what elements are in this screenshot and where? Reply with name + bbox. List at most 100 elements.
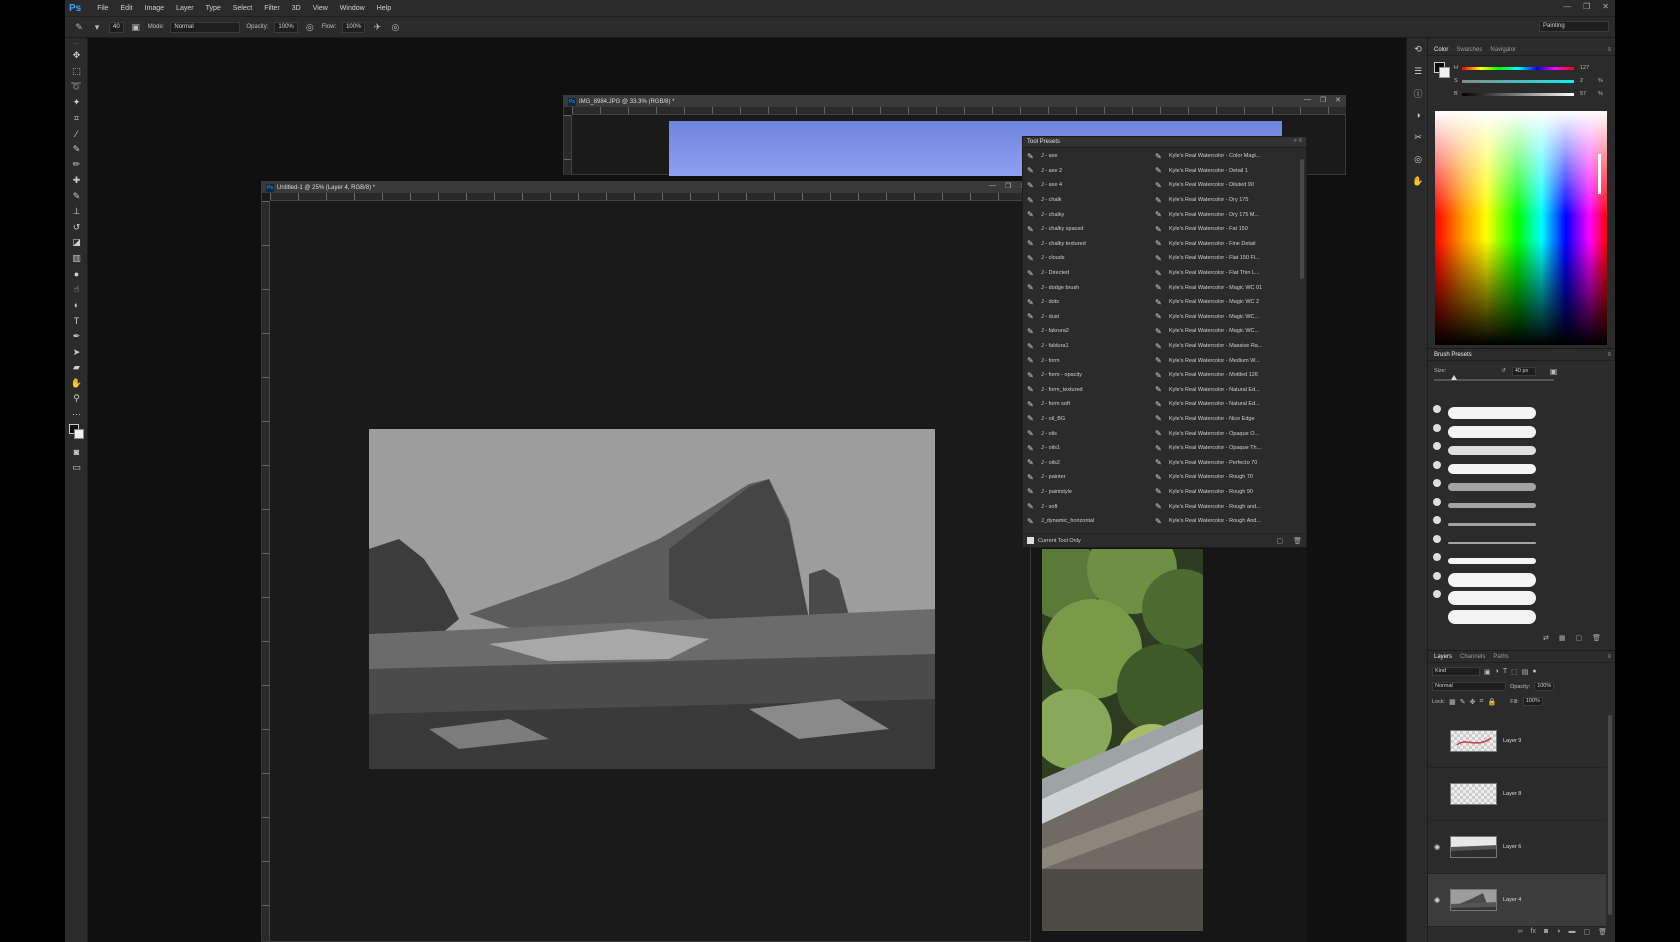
shape-filter-icon[interactable]: ⬚ <box>1511 668 1518 676</box>
document-title-bar[interactable]: Ps IMG_8984.JPG @ 33.3% (RGB/8) * — ❐ ✕ <box>564 96 1345 107</box>
brush-size-slider[interactable] <box>1434 375 1554 381</box>
tool-preset-item[interactable]: ✎ J - axe 4 <box>1027 178 1151 193</box>
layer-kind-filter[interactable]: Kind <box>1432 667 1480 676</box>
tool-preset-item[interactable]: ✎ J - dots <box>1027 295 1151 310</box>
tool-preset-item[interactable]: ✎ J - soft <box>1027 499 1151 514</box>
brush-preset[interactable] <box>1448 609 1538 625</box>
move-tool-icon[interactable]: ✥ <box>65 48 88 64</box>
brush-preset[interactable] <box>1448 442 1538 458</box>
menu-filter[interactable]: Filter <box>258 5 286 12</box>
screen-mode-icon[interactable]: ▭ <box>65 460 88 476</box>
add-mask-icon[interactable]: ◙ <box>1544 928 1548 940</box>
flow-input[interactable]: 100% <box>342 21 366 33</box>
eye-icon[interactable]: ◉ <box>1430 896 1444 904</box>
lock-position-icon[interactable]: ✥ <box>1470 698 1476 706</box>
color-fg-bg-swatches[interactable] <box>1434 62 1450 78</box>
document-window-untitled-1[interactable]: Ps Untitled-1 @ 25% (Layer 4, RGB/8) * —… <box>261 181 1031 942</box>
brush-preset[interactable] <box>1448 461 1538 477</box>
tool-preset-item[interactable]: ✎ Kyle's Real Watercolor - Magic WC 2 <box>1155 295 1299 310</box>
minimize-icon[interactable]: — <box>1563 2 1571 11</box>
brush-preset[interactable] <box>1448 424 1538 440</box>
panel-menu-icon[interactable]: ≡ <box>1607 654 1611 660</box>
more-tools-icon[interactable]: ··· <box>65 407 88 423</box>
background-color-swatch[interactable] <box>1439 67 1450 78</box>
tool-preset-item[interactable]: ✎ J - faldura1 <box>1027 339 1151 354</box>
gradient-tool-icon[interactable]: ▥ <box>65 251 88 267</box>
hand-tool-icon[interactable]: ✋ <box>65 375 88 391</box>
tool-preset-item[interactable]: ✎ Kyle's Real Watercolor - Diluted 90 <box>1155 178 1299 193</box>
brush-preset[interactable] <box>1448 572 1538 588</box>
tool-preset-item[interactable]: ✎ J - painter <box>1027 470 1151 485</box>
menu-select[interactable]: Select <box>227 5 258 12</box>
menu-help[interactable]: Help <box>371 5 397 12</box>
tool-preset-item[interactable]: ✎ J - form soft <box>1027 397 1151 412</box>
clone-stamp-tool-icon[interactable]: ⊥ <box>65 204 88 220</box>
current-tool-only-checkbox[interactable] <box>1027 537 1034 544</box>
tool-preset-item[interactable]: ✎ J - oils1 <box>1027 441 1151 456</box>
toggle-brush-panel-icon[interactable]: ⇄ <box>1543 634 1549 646</box>
restore-icon[interactable]: ❐ <box>1583 2 1590 11</box>
quick-mask-icon[interactable]: ◙ <box>65 444 88 460</box>
restore-icon[interactable]: ❐ <box>1005 182 1011 190</box>
healing-brush-tool-icon[interactable]: ✚ <box>65 173 88 189</box>
fill-input[interactable]: 100% <box>1522 697 1543 706</box>
info-panel-icon[interactable]: ⓘ <box>1407 82 1429 104</box>
smart-object-filter-icon[interactable]: ▤ <box>1522 668 1529 676</box>
tool-preset-item[interactable]: ✎ Kyle's Real Watercolor - Dry 175 <box>1155 193 1299 208</box>
canvas-artwork[interactable] <box>369 429 935 769</box>
panel-menu-icon[interactable]: ≡ <box>1607 47 1611 53</box>
saturation-value[interactable]: 2 <box>1580 78 1598 84</box>
tool-preset-item[interactable]: ✎ Kyle's Real Watercolor - Color Magi... <box>1155 149 1299 164</box>
brush-panel-icon[interactable]: ✋ <box>1407 170 1429 192</box>
menu-type[interactable]: Type <box>200 5 227 12</box>
airbrush-icon[interactable]: ✈ <box>371 21 383 33</box>
properties-panel-icon[interactable]: ☰ <box>1407 60 1429 82</box>
tab-color[interactable]: Color <box>1434 47 1448 53</box>
tool-preset-item[interactable]: ✎ J - clouds <box>1027 251 1151 266</box>
lock-all-icon[interactable]: 🔒 <box>1487 698 1496 706</box>
brush-preset[interactable] <box>1448 516 1538 532</box>
tool-preset-item[interactable]: ✎ Kyle's Real Watercolor - Magic WC 01 <box>1155 280 1299 295</box>
tool-preset-item[interactable]: ✎ J - dust <box>1027 310 1151 325</box>
tool-preset-item[interactable]: ✎ J - form_textured <box>1027 383 1151 398</box>
tool-presets-scrollbar[interactable] <box>1300 159 1304 279</box>
history-panel-icon[interactable]: ⟲ <box>1407 38 1429 60</box>
shape-tool-icon[interactable]: ▰ <box>65 360 88 376</box>
tool-preset-item[interactable]: ✎ Kyle's Real Watercolor - Mottled 126 <box>1155 368 1299 383</box>
tool-preset-item[interactable]: ✎ J - chalk <box>1027 193 1151 208</box>
hue-slider[interactable] <box>1462 66 1574 70</box>
layer-style-icon[interactable]: fx <box>1531 928 1536 940</box>
tool-preset-item[interactable]: ✎ J - axe 2 <box>1027 164 1151 179</box>
tool-preset-item[interactable]: ✎ J - chalky <box>1027 207 1151 222</box>
brush-preset[interactable] <box>1448 535 1538 551</box>
brush-preset[interactable] <box>1448 498 1538 514</box>
layer-row-layer-6[interactable]: ◉ Layer 6 <box>1428 821 1606 874</box>
type-filter-icon[interactable]: T <box>1503 668 1507 675</box>
new-preset-icon[interactable]: ▢ <box>1276 537 1283 545</box>
tool-preset-item[interactable]: ✎ Kyle's Real Watercolor - Dry 175 M... <box>1155 207 1299 222</box>
tool-preset-item[interactable]: ✎ Kyle's Real Watercolor - Magic WC... <box>1155 324 1299 339</box>
menu-image[interactable]: Image <box>139 5 170 12</box>
tool-preset-item[interactable]: ✎ J - fakrura2 <box>1027 324 1151 339</box>
tool-preset-item[interactable]: ✎ Kyle's Real Watercolor - Detail 1 <box>1155 164 1299 179</box>
eye-icon[interactable]: ◉ <box>1430 843 1444 851</box>
tool-preset-item[interactable]: ✎ Kyle's Real Watercolor - Massive Ra... <box>1155 339 1299 354</box>
background-color-swatch[interactable] <box>74 429 84 440</box>
filter-toggle-icon[interactable]: ● <box>1532 668 1536 675</box>
tab-paths[interactable]: Paths <box>1493 654 1508 660</box>
tool-preset-item[interactable]: ✎ J - oils <box>1027 426 1151 441</box>
tool-preset-item[interactable]: ✎ J - chalky textured <box>1027 237 1151 252</box>
eyedropper-tool-icon[interactable]: ⁄ <box>65 126 88 142</box>
brush-size-picker[interactable]: 40 <box>109 21 124 33</box>
workspace-select[interactable]: Painting <box>1539 21 1609 32</box>
mode-select[interactable]: Normal <box>170 21 241 33</box>
layer-name[interactable]: Layer 6 <box>1503 844 1521 850</box>
minimize-icon[interactable]: — <box>1304 96 1311 104</box>
layer-name[interactable]: Layer 4 <box>1503 897 1521 903</box>
brush-preset[interactable] <box>1448 553 1538 569</box>
pressure-opacity-icon[interactable]: ◎ <box>304 21 316 33</box>
type-tool-icon[interactable]: T <box>65 313 88 329</box>
brush-preset[interactable] <box>1448 479 1538 495</box>
tool-preset-item[interactable]: ✎ Kyle's Real Watercolor - Rough And... <box>1155 514 1299 529</box>
trash-icon[interactable]: 🗑 <box>1293 537 1302 545</box>
